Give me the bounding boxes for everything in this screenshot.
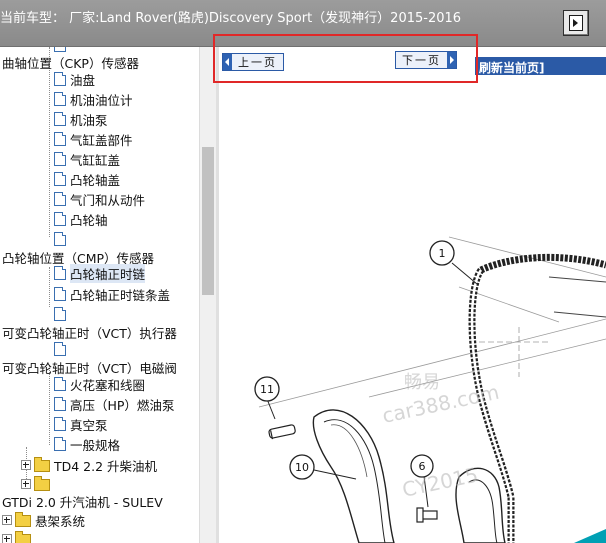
tree-guide-line: [49, 365, 50, 445]
document-icon: [54, 172, 66, 186]
diagram-pane: 刷新当前页] 上一页 下一页 1 11 6 10 畅易 car388.com C…: [219, 47, 606, 543]
watermark-line: car388.com: [380, 380, 501, 428]
navigation-tree: 曲轴位置（CKP）传感器 油盘 机油油位计 机油泵 气缸盖部件 气缸缸盖 凸轮轴…: [0, 47, 199, 543]
watermark-line: 畅易: [404, 372, 440, 393]
page-navigation: 刷新当前页] 上一页 下一页: [219, 47, 606, 77]
timing-chain-diagram: 1 11 6 10 畅易 car388.com CY2015: [254, 236, 606, 543]
document-icon: [54, 112, 66, 126]
tree-item[interactable]: 高压（HP）燃油泵: [54, 394, 174, 414]
expand-plus-icon[interactable]: [21, 479, 31, 489]
tree-item[interactable]: TD4 2.2 升柴油机: [21, 455, 157, 475]
document-icon: [54, 192, 66, 206]
document-icon: [54, 72, 66, 86]
document-icon: [54, 266, 66, 280]
toggle-panel-button[interactable]: [563, 10, 589, 36]
tree-item[interactable]: 凸轮轴正时链条盖: [54, 284, 170, 304]
tree-guide-line: [49, 267, 50, 307]
document-icon: [54, 152, 66, 166]
scrollbar-thumb[interactable]: [202, 147, 214, 295]
bolt-6-head: [416, 507, 424, 523]
document-icon: [54, 397, 66, 411]
tree-item[interactable]: 气缸盖部件: [54, 129, 133, 149]
callout-10: 10: [289, 454, 315, 480]
tree-item[interactable]: [54, 229, 70, 249]
tree-item[interactable]: 气门和从动件: [54, 189, 145, 209]
refresh-current-page-link[interactable]: 刷新当前页]: [479, 59, 545, 76]
tree-scrollbar[interactable]: [199, 47, 217, 543]
document-icon: [54, 92, 66, 106]
bolt-11: [268, 424, 296, 439]
document-icon: [54, 417, 66, 431]
tree-item-selected[interactable]: 凸轮轴正时链: [54, 263, 146, 283]
tree-item[interactable]: 火花塞和线圈: [54, 374, 145, 394]
current-vehicle-label: 当前车型： 厂家:Land Rover(路虎)Discovery Sport（发…: [0, 11, 462, 26]
callout-6-label: 6: [419, 460, 426, 473]
folder-icon: [15, 512, 31, 527]
next-page-button[interactable]: 下一页: [395, 51, 457, 69]
callout-11-label: 11: [260, 383, 274, 396]
expand-plus-icon[interactable]: [21, 460, 31, 470]
timing-chain-upper: [479, 253, 606, 274]
document-icon: [54, 377, 66, 391]
folder-icon: [34, 476, 50, 491]
tree-item[interactable]: 油盘: [54, 69, 95, 89]
document-icon: [54, 342, 66, 356]
expand-plus-icon[interactable]: [2, 515, 12, 525]
arrow-right-icon: [447, 52, 456, 68]
tree-item[interactable]: 凸轮轴盖: [54, 169, 120, 189]
tree-item[interactable]: 真空泵: [54, 414, 108, 434]
callout-1: 1: [429, 240, 455, 266]
tree-item[interactable]: 可变凸轮轴正时（VCT）执行器: [2, 322, 177, 342]
tree-item[interactable]: [54, 304, 70, 324]
callout-10-label: 10: [295, 461, 309, 474]
prev-page-button[interactable]: 上一页: [222, 53, 284, 71]
tree-item[interactable]: 气缸缸盖: [54, 149, 120, 169]
top-bar: 当前车型： 厂家:Land Rover(路虎)Discovery Sport（发…: [0, 0, 606, 47]
document-icon: [54, 212, 66, 226]
tree-item[interactable]: 凸轮轴: [54, 209, 108, 229]
arrow-left-icon: [223, 54, 232, 70]
folder-icon: [15, 531, 31, 543]
sprocket-outline: [548, 276, 606, 318]
document-icon: [54, 287, 66, 301]
callout-1-label: 1: [439, 247, 446, 260]
document-icon: [54, 437, 66, 451]
callout-11: 11: [254, 376, 280, 402]
panel-toggle-icon: [569, 15, 583, 31]
tree-item[interactable]: 一般规格: [54, 434, 120, 454]
tree-item[interactable]: [54, 339, 70, 359]
document-icon: [54, 307, 66, 321]
document-icon: [54, 132, 66, 146]
expand-plus-icon[interactable]: [2, 534, 12, 543]
tree-item[interactable]: GTDi 2.0 升汽油机 - SULEV: [2, 491, 163, 511]
tree-item[interactable]: 悬架系统: [2, 510, 85, 530]
tree-item[interactable]: [2, 529, 35, 543]
document-icon: [54, 232, 66, 246]
tree-guide-line: [49, 47, 50, 237]
diagram-accent: [574, 529, 606, 543]
tree-item[interactable]: 机油油位计: [54, 89, 133, 109]
folder-icon: [34, 457, 50, 472]
tree-item[interactable]: 机油泵: [54, 109, 108, 129]
